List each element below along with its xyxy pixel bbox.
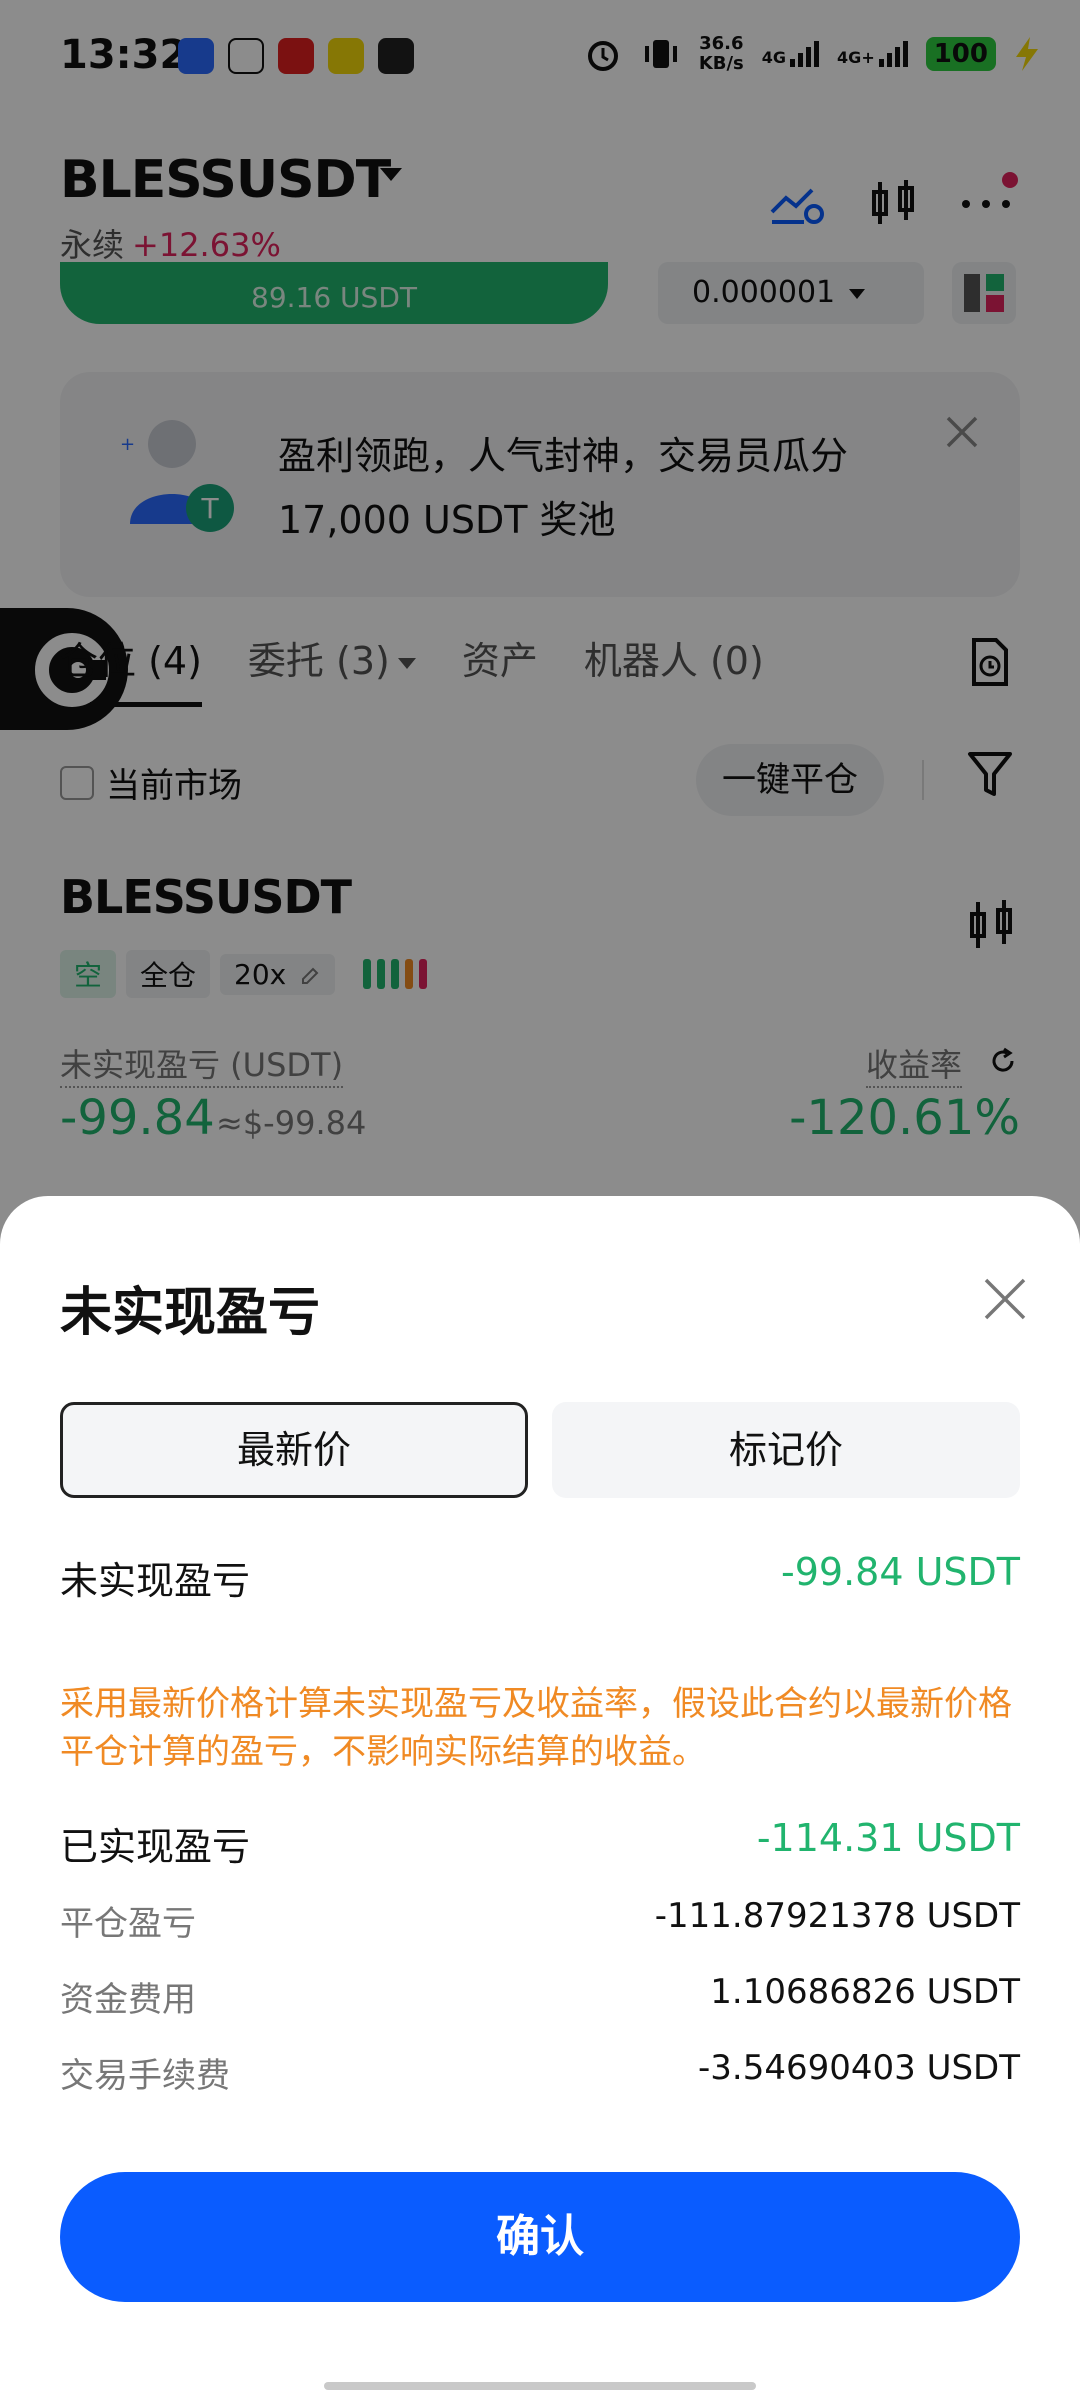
realized-value: -114.31 USDT xyxy=(756,1816,1020,1860)
trading-fee-value: -3.54690403 USDT xyxy=(698,2048,1020,2088)
close-pnl-value: -111.87921378 USDT xyxy=(654,1896,1020,1936)
close-icon[interactable] xyxy=(982,1276,1028,1322)
home-indicator[interactable] xyxy=(324,2382,756,2390)
unrealized-value: -99.84 USDT xyxy=(781,1550,1020,1594)
funding-fee-label: 资金费用 xyxy=(60,1980,196,2020)
trading-fee-label: 交易手续费 xyxy=(60,2056,230,2096)
confirm-button[interactable]: 确认 xyxy=(60,2172,1020,2302)
unrealized-pnl-sheet: 未实现盈亏 最新价 标记价 未实现盈亏 -99.84 USDT 采用最新价格计算… xyxy=(0,1196,1080,2400)
tab-mark-price[interactable]: 标记价 xyxy=(552,1402,1020,1498)
unrealized-label: 未实现盈亏 xyxy=(60,1559,251,1603)
tab-latest-price[interactable]: 最新价 xyxy=(60,1402,528,1498)
realized-label: 已实现盈亏 xyxy=(60,1825,251,1869)
sheet-title: 未实现盈亏 xyxy=(60,1283,321,1343)
calculation-note: 采用最新价格计算未实现盈亏及收益率，假设此合约以最新价格平仓计算的盈亏，不影响实… xyxy=(60,1684,1012,1772)
close-pnl-label: 平仓盈亏 xyxy=(60,1904,196,1944)
funding-fee-value: 1.10686826 USDT xyxy=(710,1972,1020,2012)
